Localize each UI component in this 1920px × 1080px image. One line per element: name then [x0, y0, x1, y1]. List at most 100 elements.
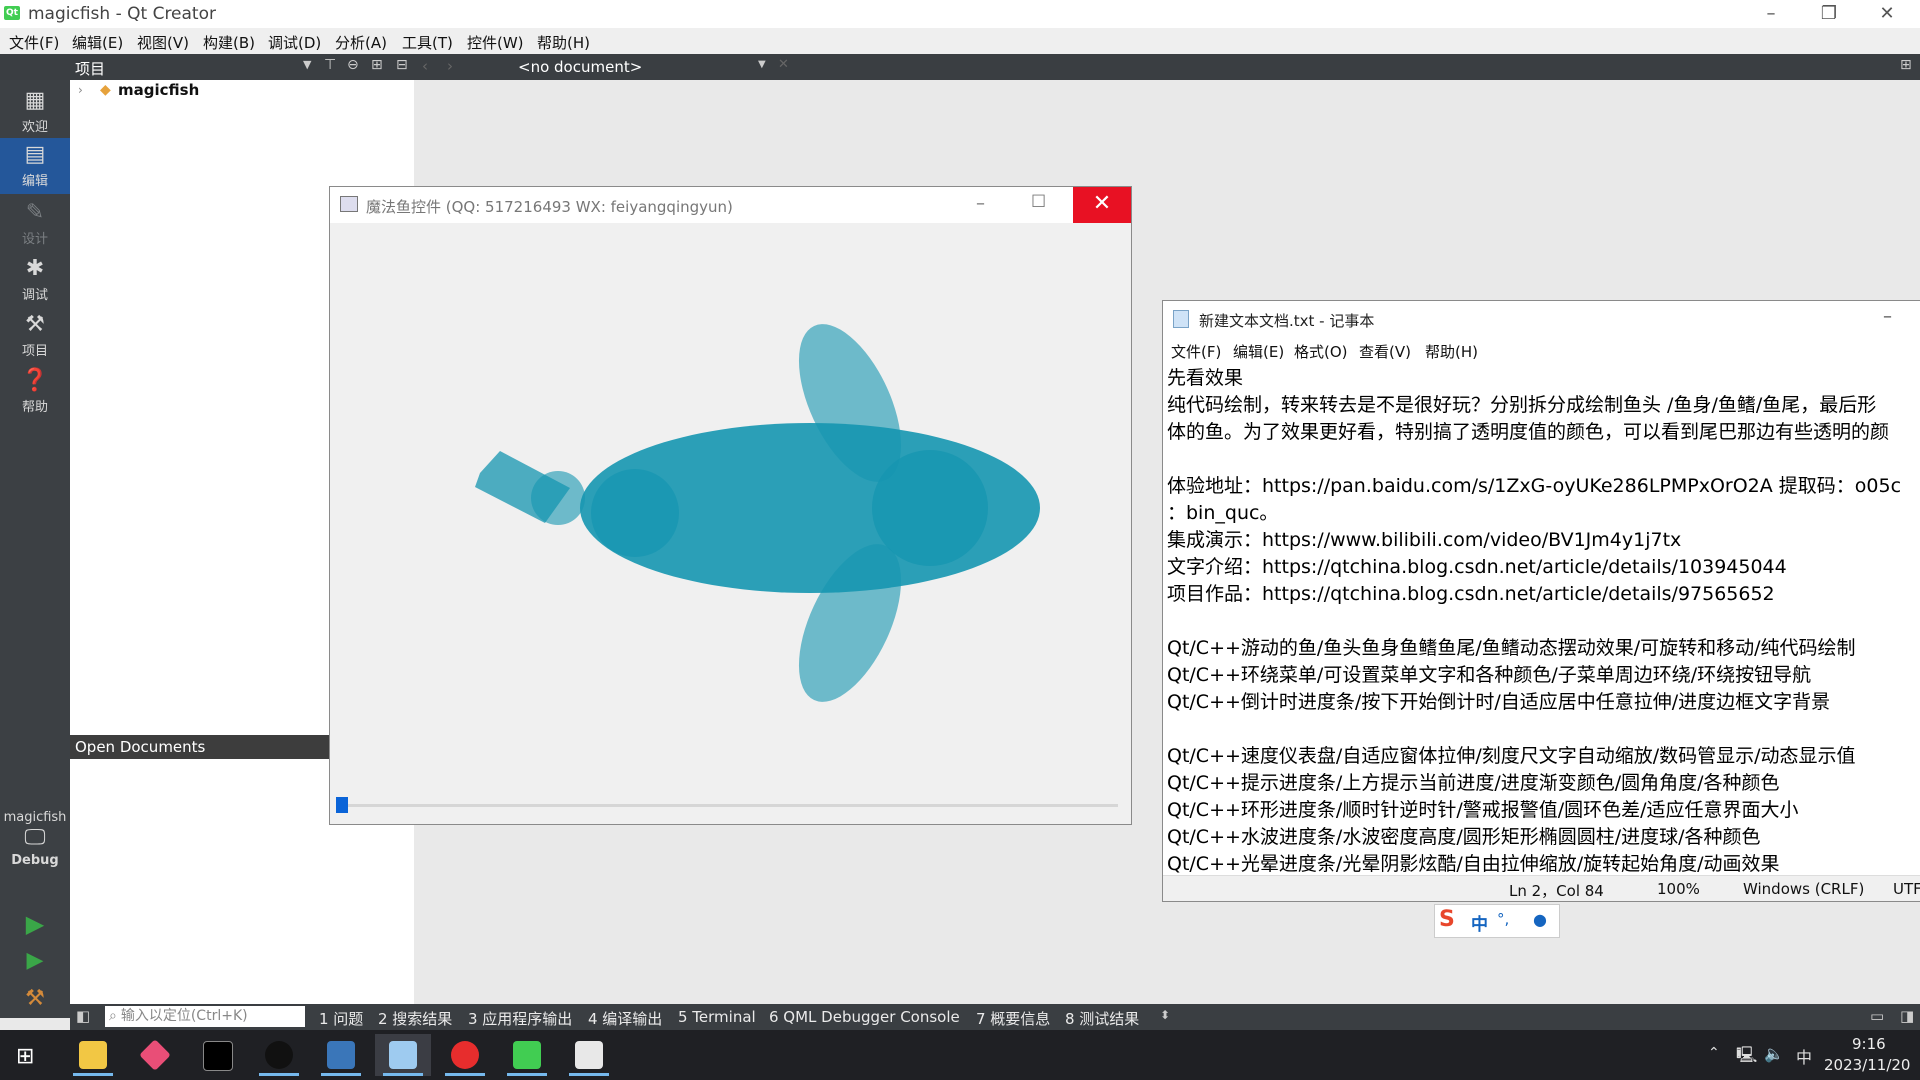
close-document-icon[interactable]: ✕: [778, 57, 789, 72]
taskbar-qt-creator[interactable]: [499, 1034, 555, 1076]
menu-view[interactable]: 视图(V): [137, 32, 189, 53]
mode-edit[interactable]: ▤ 编辑: [0, 138, 70, 194]
close-button[interactable]: ✕: [1858, 0, 1916, 28]
np-menu-file[interactable]: 文件(F): [1171, 341, 1221, 362]
build-hammer-icon[interactable]: ⚒: [0, 986, 70, 1018]
kit-selector[interactable]: magicfish 🖵 Debug: [0, 810, 70, 890]
back-icon[interactable]: ‹: [422, 57, 428, 75]
np-menu-edit[interactable]: 编辑(E): [1233, 341, 1284, 362]
split-editor-icon[interactable]: ⊞: [1900, 57, 1912, 73]
maximize-button[interactable]: ☐: [1031, 192, 1046, 212]
taskbar-window-app[interactable]: [313, 1034, 369, 1076]
fish-drawing: [475, 324, 1040, 702]
minimize-button[interactable]: –: [1742, 0, 1800, 28]
notepad-line: 文字介绍：https://qtchina.blog.csdn.net/artic…: [1167, 556, 1787, 578]
locator-input[interactable]: ⌕ 输入以定位(Ctrl+K): [105, 1006, 305, 1027]
cursor-position: Ln 2，Col 84: [1509, 882, 1604, 900]
menu-build[interactable]: 构建(B): [203, 32, 255, 53]
menu-debug[interactable]: 调试(D): [268, 32, 321, 53]
np-menu-help[interactable]: 帮助(H): [1425, 341, 1478, 362]
project-view-label[interactable]: 项目: [75, 58, 105, 79]
filter-icon[interactable]: ⊤: [324, 57, 336, 73]
clock-time[interactable]: 9:16: [1852, 1035, 1886, 1053]
notepad-window: 新建文本文档.txt - 记事本 – 文件(F) 编辑(E) 格式(O) 查看(…: [1162, 300, 1920, 902]
git-icon: [139, 1039, 171, 1071]
menu-analyze[interactable]: 分析(A): [335, 32, 387, 53]
close-pane-icon[interactable]: ⊟: [396, 57, 408, 73]
taskbar-git-app[interactable]: [127, 1034, 183, 1076]
taskbar-file-explorer[interactable]: [65, 1034, 121, 1076]
clock-date[interactable]: 2023/11/20: [1824, 1056, 1910, 1074]
project-tree-root[interactable]: magicfish: [118, 81, 199, 99]
np-menu-format[interactable]: 格式(O): [1294, 341, 1348, 362]
tab-issues[interactable]: 1 问题: [319, 1008, 363, 1029]
tray-chevron-up-icon[interactable]: ⌃: [1708, 1045, 1720, 1061]
split-icon[interactable]: ⊞: [371, 57, 383, 73]
ime-mode[interactable]: 中: [1471, 910, 1488, 935]
more-tabs-icon[interactable]: ⬍: [1160, 1008, 1170, 1022]
input-language[interactable]: 中: [1796, 1044, 1812, 1068]
windows-start-icon[interactable]: ⊞: [16, 1044, 34, 1069]
progress-slider-handle[interactable]: [336, 797, 348, 813]
menu-help[interactable]: 帮助(H): [537, 32, 590, 53]
mode-debug[interactable]: ✱ 调试: [0, 256, 70, 306]
taskbar-fish-app[interactable]: [561, 1034, 617, 1076]
encoding: UTF: [1893, 880, 1920, 898]
mode-projects[interactable]: ⚒ 项目: [0, 312, 70, 362]
taskbar-notepad[interactable]: [375, 1034, 431, 1076]
punctuation-icon[interactable]: °,: [1497, 910, 1509, 928]
output-maximize-icon[interactable]: ◨: [1900, 1007, 1914, 1025]
tab-terminal[interactable]: 5 Terminal: [678, 1008, 756, 1026]
window-title: magicfish - Qt Creator: [28, 4, 216, 24]
debug-run-icon[interactable]: ▶: [0, 948, 70, 980]
document-combo[interactable]: <no document>: [518, 58, 642, 76]
progress-track[interactable]: [340, 804, 1118, 807]
forward-icon[interactable]: ›: [447, 57, 453, 75]
notepad-line: Qt/C++提示进度条/上方提示当前进度/进度渐变颜色/圆角角度/各种颜色: [1167, 772, 1780, 794]
link-icon[interactable]: ⊖: [347, 57, 359, 73]
mode-label: 项目: [21, 344, 48, 359]
sogou-logo-icon: S: [1439, 907, 1455, 932]
project-folder-icon: ◆: [100, 82, 111, 98]
np-menu-view[interactable]: 查看(V): [1359, 341, 1411, 362]
taskbar-netease-music[interactable]: [437, 1034, 493, 1076]
tab-compile-output[interactable]: 4 编译输出: [588, 1008, 662, 1029]
menu-file[interactable]: 文件(F): [9, 32, 59, 53]
music-icon: [451, 1041, 479, 1069]
notepad-line: Qt/C++光晕进度条/光晕阴影炫酷/自由拉伸缩放/旋转起始角度/动画效果: [1167, 853, 1780, 875]
notepad-title: 新建文本文档.txt - 记事本: [1199, 312, 1375, 330]
tab-general-messages[interactable]: 7 概要信息: [976, 1008, 1050, 1029]
toggle-sidebar-icon[interactable]: ◧: [76, 1007, 90, 1025]
restore-button[interactable]: ❐: [1800, 0, 1858, 28]
notepad-line: ：bin_quc。: [1167, 502, 1279, 524]
mode-welcome[interactable]: ▦ 欢迎: [0, 88, 70, 138]
tab-test-results[interactable]: 8 测试结果: [1065, 1008, 1139, 1029]
menu-tools[interactable]: 工具(T): [402, 32, 453, 53]
minimize-button[interactable]: –: [1883, 306, 1892, 327]
taskbar-qq[interactable]: [251, 1034, 307, 1076]
mode-help[interactable]: ❓ 帮助: [0, 368, 70, 418]
chevron-right-icon[interactable]: ›: [78, 83, 83, 97]
chevron-down-icon[interactable]: ▼: [303, 58, 311, 71]
tab-qml-console[interactable]: 6 QML Debugger Console: [769, 1008, 960, 1026]
volume-icon[interactable]: 🔈: [1764, 1044, 1784, 1063]
mode-design[interactable]: ✎ 设计: [0, 200, 70, 250]
tab-application-output[interactable]: 3 应用程序输出: [468, 1008, 572, 1029]
output-minimize-icon[interactable]: ▭: [1870, 1007, 1884, 1025]
notepad-text-area[interactable]: 先看效果 纯代码绘制，转来转去是不是很好玩？分别拆分成绘制鱼头 /鱼身/鱼鳍/鱼尾…: [1167, 365, 1920, 878]
fish-window: 魔法鱼控件 (QQ: 517216493 WX: feiyangqingyun)…: [329, 186, 1132, 825]
taskbar-terminal[interactable]: [189, 1034, 245, 1076]
menu-edit[interactable]: 编辑(E): [72, 32, 123, 53]
help-icon: ❓: [21, 368, 49, 393]
line-ending: Windows (CRLF): [1743, 880, 1865, 898]
microphone-icon[interactable]: ●: [1533, 910, 1547, 929]
chevron-down-icon[interactable]: ▼: [758, 59, 766, 70]
zoom-level: 100%: [1657, 880, 1700, 898]
minimize-button[interactable]: –: [976, 193, 985, 214]
tab-search-results[interactable]: 2 搜索结果: [378, 1008, 452, 1029]
menu-widgets[interactable]: 控件(W): [467, 32, 524, 53]
run-icon[interactable]: ▶: [0, 910, 70, 942]
mode-label: 帮助: [21, 400, 48, 415]
close-button[interactable]: ✕: [1073, 187, 1131, 223]
network-icon[interactable]: 🖳: [1736, 1044, 1757, 1071]
